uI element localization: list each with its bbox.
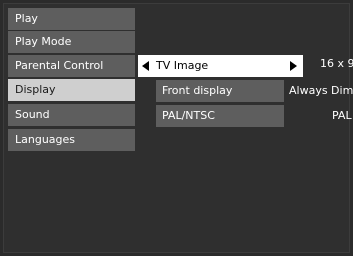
main-menu-item-parental-control[interactable]: Parental Control — [8, 55, 135, 77]
main-menu-item-play[interactable]: Play — [8, 8, 135, 30]
main-menu-item-sound[interactable]: Sound — [8, 104, 135, 126]
dvd-setup-screen: Play Play Mode Parental Control Display … — [0, 0, 353, 256]
sub-menu-item-pal-ntsc[interactable]: PAL/NTSC — [156, 105, 284, 127]
front-display-value: Always Dim — [289, 84, 353, 97]
arrow-right-icon[interactable] — [290, 61, 297, 71]
pal-ntsc-value: PAL — [332, 109, 352, 122]
main-menu-item-play-mode[interactable]: Play Mode — [8, 31, 135, 53]
sub-menu-item-front-display[interactable]: Front display — [156, 80, 284, 102]
tv-image-value: 16 x 9 — [320, 57, 353, 70]
main-menu-item-languages[interactable]: Languages — [8, 129, 135, 151]
arrow-left-icon[interactable] — [142, 61, 149, 71]
sub-menu-item-label: TV Image — [156, 59, 209, 72]
main-menu-item-display[interactable]: Display — [8, 79, 135, 101]
sub-menu-item-tv-image[interactable]: TV Image — [138, 55, 303, 77]
